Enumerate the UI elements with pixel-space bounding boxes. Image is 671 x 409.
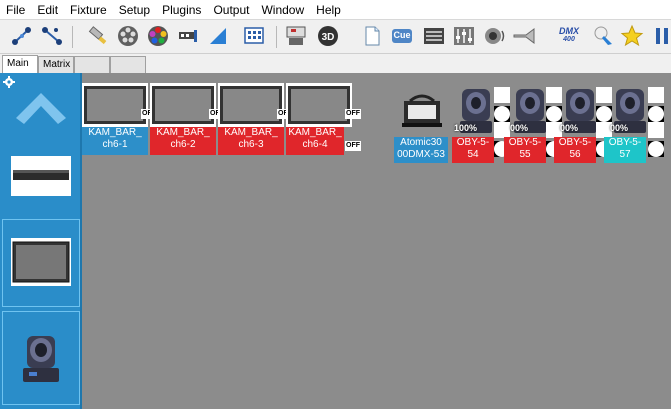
fixture-label-line1: Atomic30	[400, 137, 442, 148]
menu-fixture[interactable]: Fixture	[64, 0, 113, 20]
fixture-label-line1: OBY-5-	[456, 137, 490, 148]
fixture-label-line1: OBY-5-	[608, 137, 642, 148]
menu-bar: File Edit Fixture Setup Plugins Output W…	[0, 0, 671, 20]
library-item-led-bar[interactable]	[2, 141, 80, 209]
intensity-percent: 100%	[454, 123, 478, 133]
menu-setup[interactable]: Setup	[113, 0, 156, 20]
tab-4[interactable]	[110, 56, 146, 73]
gobo-icon[interactable]	[176, 24, 200, 48]
svg-text:3D: 3D	[322, 32, 335, 43]
fixture-label-line2: 00DMX-53	[397, 149, 445, 160]
dmx-sub-label: 400	[563, 36, 575, 43]
document-icon[interactable]	[360, 24, 384, 48]
dmx-label: DMX	[559, 26, 579, 36]
fixture-label-line2: 55	[519, 149, 531, 160]
fixture-atomic-strobe[interactable]: Atomic30 00DMX-53	[394, 87, 448, 163]
state-off-label: OFF	[345, 109, 361, 119]
intensity-percent: 00%	[510, 123, 529, 133]
fixture-remove-icon[interactable]	[40, 24, 64, 48]
fixture-add-icon[interactable]	[10, 24, 34, 48]
fixture-label-line1: OBY-5-	[508, 137, 542, 148]
led-panel-icon	[150, 83, 216, 127]
fixture-label-line2: ch6-3	[238, 139, 264, 150]
3d-view-icon[interactable]: 3D	[316, 24, 340, 48]
fixture-label-line2: ch6-1	[102, 139, 128, 150]
fixture-label-line2: ch6-2	[170, 139, 196, 150]
fixture-kam-bar-1[interactable]: OFF KAM_BAR_ ch6-1	[82, 83, 157, 155]
fixture-label: OBY-5- 55	[504, 137, 546, 163]
led-panel-icon	[286, 83, 352, 127]
fixture-label-line1: OBY-5-	[558, 137, 592, 148]
menu-file[interactable]: File	[0, 0, 31, 20]
intensity-percent: 00%	[560, 123, 579, 133]
console-icon[interactable]	[284, 24, 308, 48]
led-panel-icon	[218, 83, 284, 127]
menu-window[interactable]: Window	[255, 0, 310, 20]
fixture-label: OBY-5- 54	[452, 137, 494, 163]
beam-icon[interactable]	[206, 24, 230, 48]
fixture-kam-bar-3[interactable]: OFF O KAM_BAR_ ch6-3	[218, 83, 293, 155]
cue-icon[interactable]: Cue	[390, 24, 414, 48]
fixture-label: OBY-5- 56	[554, 137, 596, 163]
fixture-kam-bar-4[interactable]: OFF O OFF KAM_BAR_ ch6-4	[286, 83, 368, 155]
fixture-oby-55[interactable]: 00% OBY-5- 55	[504, 85, 562, 163]
mixer-icon[interactable]	[452, 24, 476, 48]
grid-icon[interactable]	[242, 24, 266, 48]
fixture-label-line1: KAM_BAR_	[156, 127, 210, 138]
fixture-canvas[interactable]: OFF KAM_BAR_ ch6-1 OFF O KAM_BAR_ ch6-2 …	[82, 73, 671, 409]
fixture-label-line2: 57	[619, 149, 631, 160]
cue-label: Cue	[393, 30, 411, 40]
trumpet-icon[interactable]	[512, 24, 536, 48]
fixture-kam-bar-2[interactable]: OFF O KAM_BAR_ ch6-2	[150, 83, 225, 155]
fixture-label: KAM_BAR_ ch6-4	[286, 127, 344, 155]
chevron-up-icon[interactable]	[16, 88, 66, 128]
pause-icon[interactable]	[652, 24, 671, 48]
library-item-led-panel[interactable]	[2, 219, 80, 307]
fixture-label: OBY-5- 57	[604, 137, 646, 163]
fixture-label: KAM_BAR_ ch6-1	[82, 127, 148, 155]
fixture-label-line2: 54	[467, 149, 479, 160]
spotlight-icon[interactable]	[592, 24, 616, 48]
fixture-label-line1: KAM_BAR_	[224, 127, 278, 138]
menu-output[interactable]: Output	[207, 0, 255, 20]
palette-icon[interactable]	[146, 24, 170, 48]
fixture-label: KAM_BAR_ ch6-3	[218, 127, 284, 155]
color-wheel-icon[interactable]	[116, 24, 140, 48]
fixture-label-line2: 56	[569, 149, 581, 160]
fader-icon[interactable]	[422, 24, 446, 48]
menu-edit[interactable]: Edit	[31, 0, 64, 20]
gear-icon[interactable]	[3, 76, 15, 88]
intensity-percent: 00%	[610, 123, 629, 133]
fixture-label: KAM_BAR_ ch6-2	[150, 127, 216, 155]
tab-bar: Main Matrix	[0, 55, 671, 73]
fixture-oby-57[interactable]: 00% OBY-5- 57	[604, 85, 668, 163]
fixture-label-line1: KAM_BAR_	[288, 127, 342, 138]
fixture-label: Atomic30 00DMX-53	[394, 137, 448, 163]
menu-help[interactable]: Help	[310, 0, 347, 20]
led-bar-image	[11, 156, 71, 196]
fixture-oby-56[interactable]: 00% OBY-5- 56	[554, 85, 612, 163]
led-panel-icon	[82, 83, 148, 127]
fixture-oby-54[interactable]: 100% OBY-5- 54	[452, 85, 510, 163]
tab-matrix[interactable]: Matrix	[38, 56, 74, 73]
strobe-icon	[402, 94, 442, 127]
dmx-icon[interactable]: DMX 400	[554, 24, 584, 48]
color-state-indicator	[648, 87, 664, 157]
fixture-tool-icon[interactable]	[86, 24, 110, 48]
menu-plugins[interactable]: Plugins	[156, 0, 207, 20]
fixture-library-panel	[0, 73, 82, 409]
library-item-moving-head[interactable]	[2, 311, 80, 405]
fixture-label-line2: ch6-4	[302, 139, 328, 150]
state-off-label: OFF	[345, 141, 361, 151]
toolbar: 3D Cue DMX 400	[0, 20, 671, 54]
moving-head-image	[23, 336, 59, 382]
tab-main[interactable]: Main	[2, 55, 38, 73]
star-icon[interactable]	[620, 24, 644, 48]
fixture-label-line1: KAM_BAR_	[88, 127, 142, 138]
led-panel-image	[11, 238, 71, 286]
speaker-icon[interactable]	[482, 24, 506, 48]
tab-3[interactable]	[74, 56, 110, 73]
